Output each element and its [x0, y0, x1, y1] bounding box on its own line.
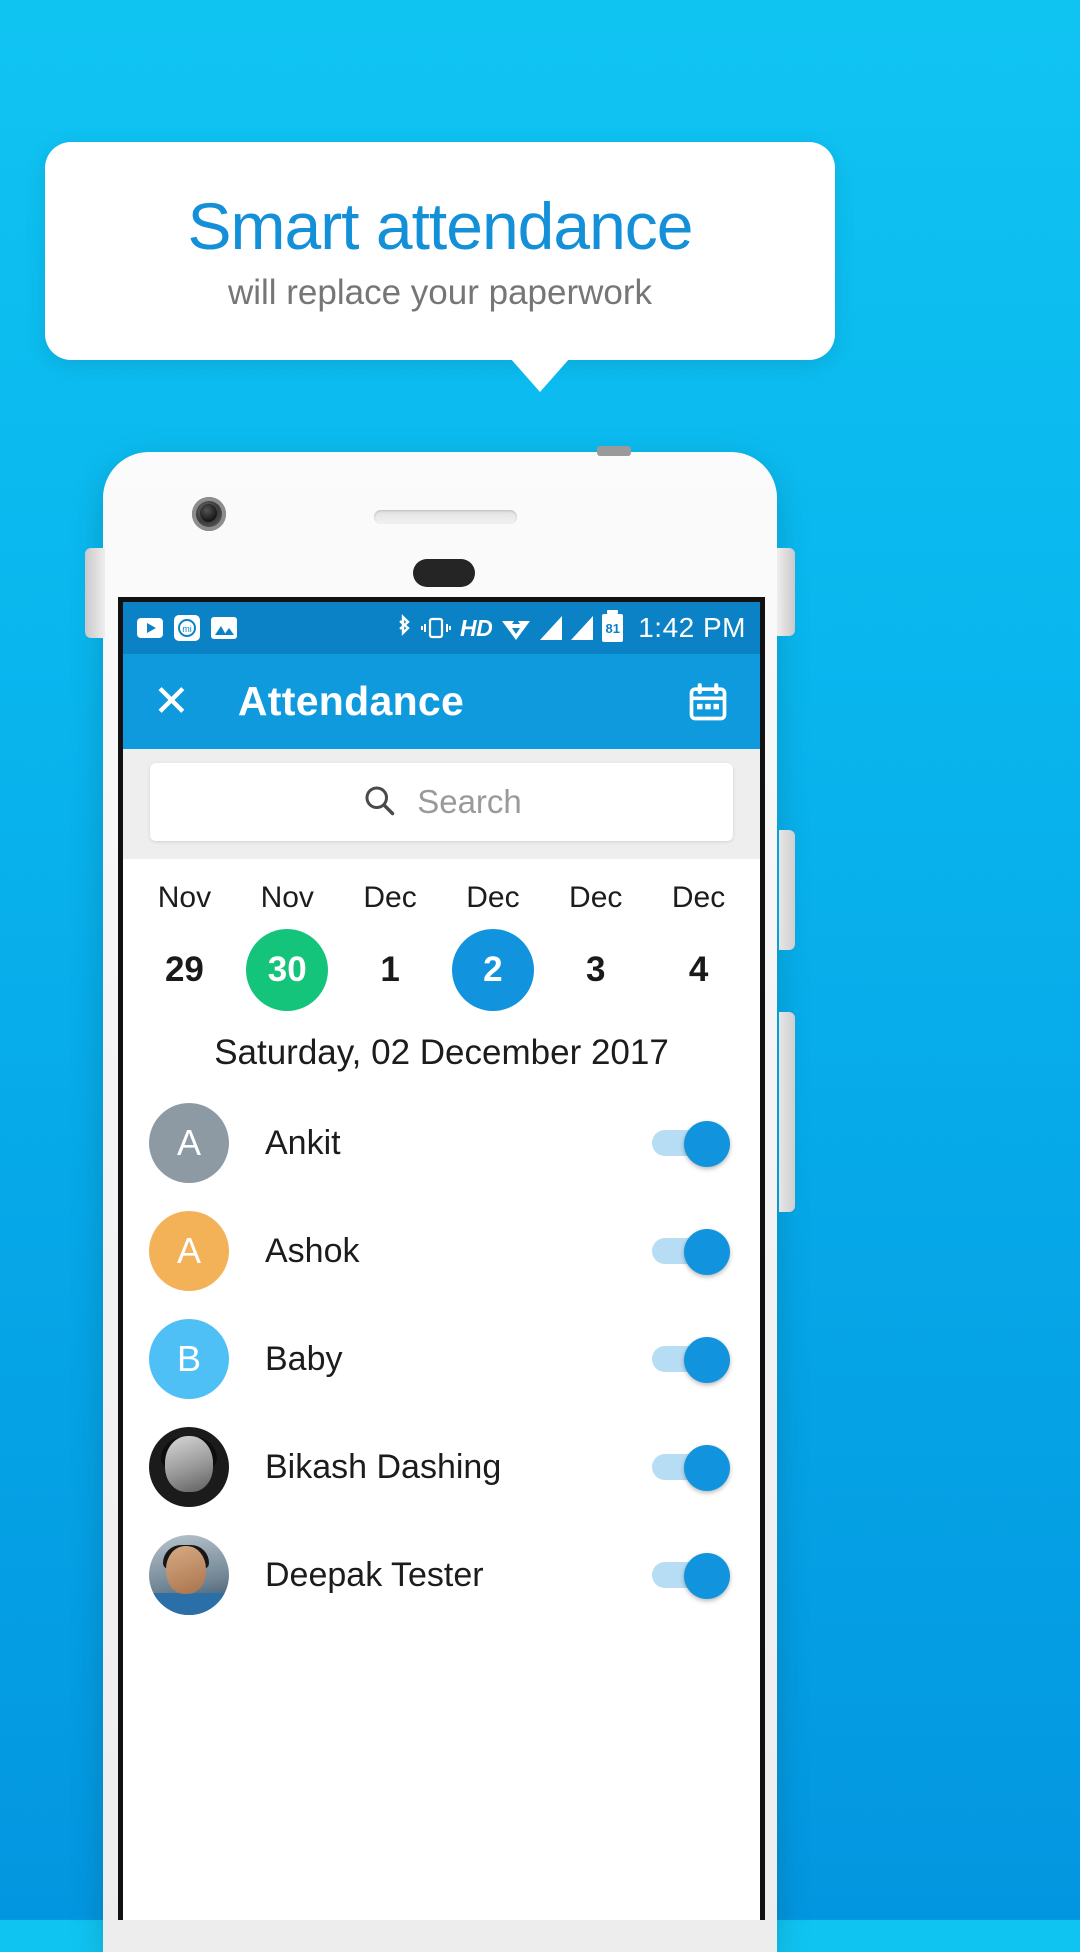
wifi-icon — [501, 615, 531, 641]
gallery-icon — [211, 617, 237, 639]
promo-title: Smart attendance — [187, 188, 694, 263]
toggle-knob — [684, 1553, 730, 1599]
date-month: Dec — [671, 881, 726, 914]
status-bar-left-icons: mi — [137, 615, 237, 641]
avatar: A — [149, 1211, 229, 1291]
phone-power-button — [597, 446, 631, 456]
date-day-today: 30 — [246, 929, 329, 1011]
phone-left-edge — [85, 548, 105, 638]
selected-date-label: Saturday, 02 December 2017 — [123, 1021, 760, 1089]
toggle-knob — [684, 1445, 730, 1491]
attendance-toggle[interactable] — [652, 1337, 730, 1383]
sensor-pill — [413, 559, 475, 587]
list-item[interactable]: A Ashok — [123, 1197, 760, 1305]
search-icon — [361, 782, 397, 823]
date-month: Dec — [466, 881, 520, 914]
battery-icon: 81 — [602, 610, 624, 642]
status-bar-clock: 1:42 PM — [638, 612, 746, 643]
date-strip: Nov 29 Nov 30 Dec 1 Dec 2 Dec 3 Dec 4 — [123, 859, 760, 1021]
date-month: Nov — [260, 881, 314, 914]
svg-text:mi: mi — [182, 624, 192, 634]
close-icon[interactable]: ✕ — [153, 679, 190, 724]
toggle-knob — [684, 1229, 730, 1275]
app-bar: ✕ Attendance — [123, 654, 760, 749]
vibrate-icon — [420, 615, 451, 641]
date-day: 1 — [380, 950, 400, 989]
status-bar: mi HD 81 1:42 PM — [123, 602, 760, 654]
attendance-toggle[interactable] — [652, 1445, 730, 1491]
search-placeholder: Search — [417, 783, 522, 820]
promo-subtitle: will replace your paperwork — [227, 272, 653, 312]
person-name: Baby — [265, 1339, 343, 1378]
front-camera-icon — [192, 497, 226, 531]
earpiece-speaker — [374, 510, 517, 524]
list-item[interactable]: Deepak Tester — [123, 1521, 760, 1629]
avatar-initial: A — [176, 1122, 201, 1163]
battery-level: 81 — [605, 620, 620, 636]
date-month: Dec — [569, 881, 623, 914]
phone-right-edge-top — [777, 548, 795, 636]
avatar-photo-face — [165, 1435, 213, 1492]
person-name: Bikash Dashing — [265, 1447, 502, 1486]
search-bar-container: Search — [123, 749, 760, 859]
toggle-knob — [684, 1121, 730, 1167]
date-day-selected: 2 — [451, 929, 534, 1011]
promo-callout-tail — [510, 358, 570, 392]
page-title: Attendance — [237, 678, 465, 724]
date-day: 4 — [688, 950, 709, 989]
status-bar-right-icons: HD 81 1:42 PM — [395, 610, 746, 644]
date-cell-3[interactable]: Dec 2 — [441, 881, 544, 1011]
person-name: Ashok — [265, 1231, 360, 1270]
list-item[interactable]: B Baby — [123, 1305, 760, 1413]
mi-camera-icon: mi — [174, 615, 200, 641]
calendar-icon[interactable] — [686, 680, 730, 724]
promo-callout: Smart attendance will replace your paper… — [45, 142, 835, 360]
list-item[interactable]: Bikash Dashing — [123, 1413, 760, 1521]
toggle-knob — [684, 1337, 730, 1383]
attendance-toggle[interactable] — [652, 1553, 730, 1599]
date-month: Dec — [363, 881, 417, 914]
avatar-initial: A — [176, 1230, 201, 1271]
attendance-list: A Ankit A Ashok B Baby Bikash Dashing De… — [123, 1089, 760, 1629]
avatar-photo — [149, 1427, 229, 1507]
attendance-toggle[interactable] — [652, 1229, 730, 1275]
hd-icon: HD — [459, 614, 493, 641]
avatar: A — [149, 1103, 229, 1183]
phone-right-edge-bottom — [779, 1012, 795, 1212]
signal-2-icon — [571, 616, 594, 640]
date-cell-0[interactable]: Nov 29 — [133, 881, 236, 1011]
date-day: 29 — [164, 950, 204, 989]
youtube-icon — [137, 618, 163, 638]
date-cell-1[interactable]: Nov 30 — [236, 881, 339, 1011]
signal-1-icon — [540, 616, 563, 640]
avatar-photo-face — [165, 1546, 206, 1595]
bluetooth-icon — [395, 614, 412, 642]
person-name: Ankit — [265, 1123, 341, 1162]
phone-right-edge-mid — [779, 830, 795, 950]
date-month: Nov — [157, 881, 212, 914]
list-item[interactable]: A Ankit — [123, 1089, 760, 1197]
phone-screen: mi HD 81 1:42 PM ✕ Attendance Search Nov… — [118, 597, 765, 1920]
person-name: Deepak Tester — [265, 1555, 484, 1594]
date-cell-5[interactable]: Dec 4 — [647, 881, 750, 1011]
date-day: 3 — [585, 950, 606, 989]
avatar-photo — [149, 1535, 229, 1615]
avatar: B — [149, 1319, 229, 1399]
avatar-initial: B — [176, 1338, 201, 1379]
search-input[interactable]: Search — [150, 763, 733, 841]
date-cell-2[interactable]: Dec 1 — [339, 881, 442, 1011]
camera-lens — [200, 504, 217, 522]
attendance-toggle[interactable] — [652, 1121, 730, 1167]
avatar-photo-shirt — [149, 1593, 229, 1615]
date-cell-4[interactable]: Dec 3 — [544, 881, 647, 1011]
